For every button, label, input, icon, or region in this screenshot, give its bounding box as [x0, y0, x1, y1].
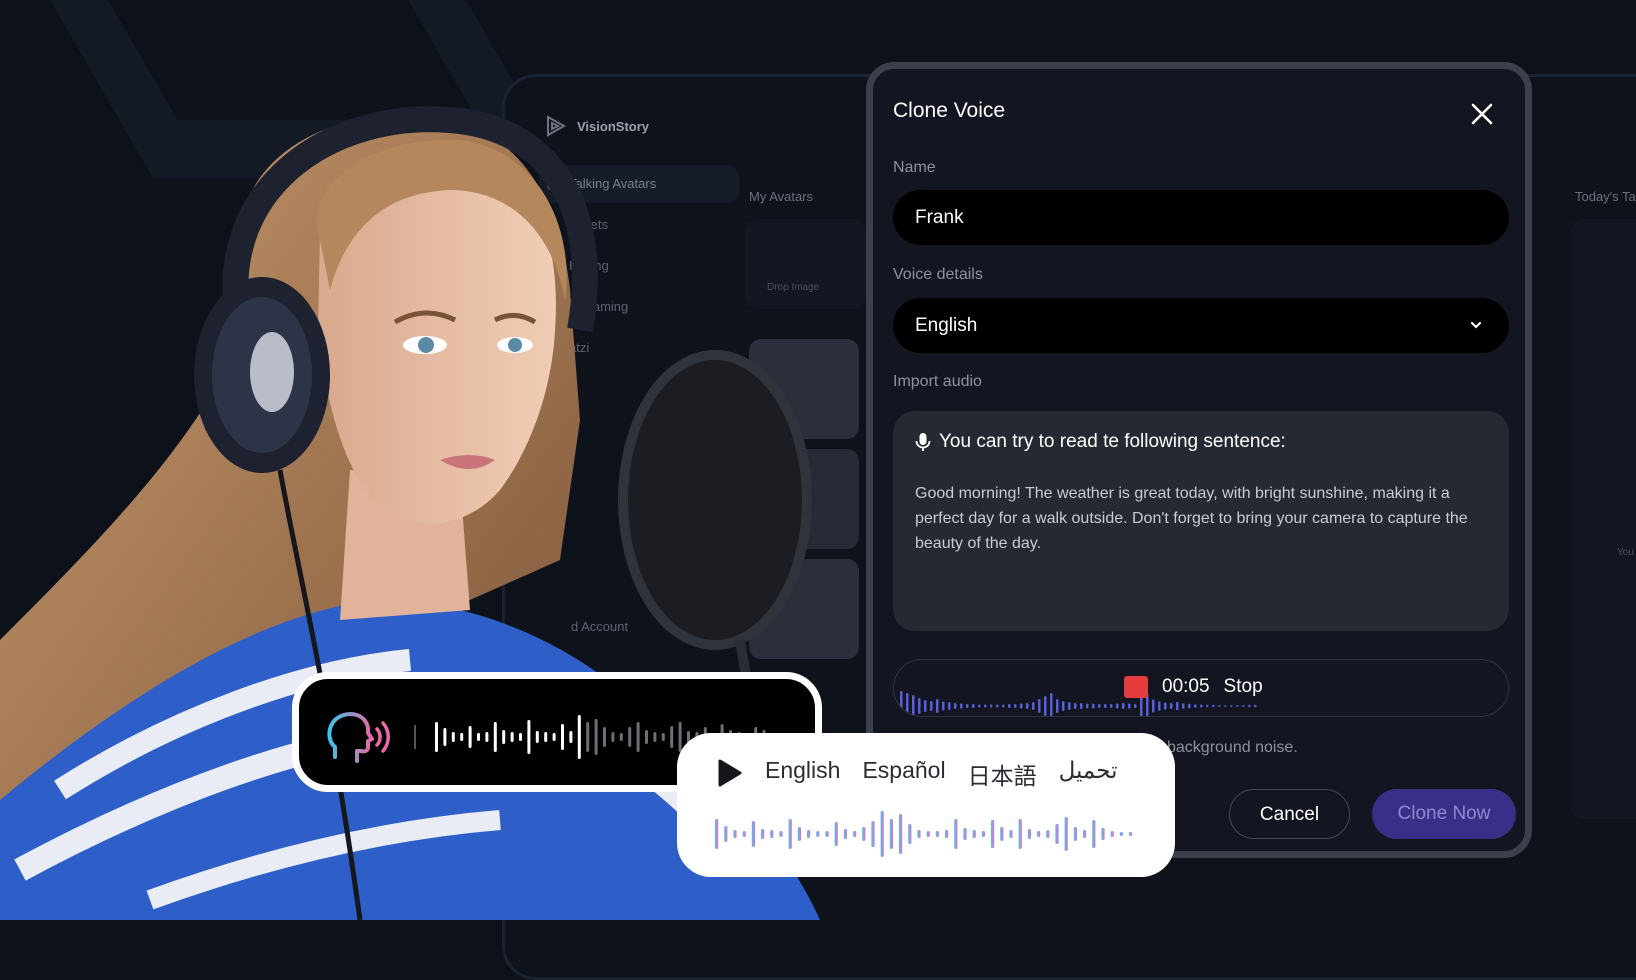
voice-details-label: Voice details: [893, 266, 983, 283]
recording-time: 00:05: [1162, 676, 1210, 697]
todays-tasks-title: Today's Ta: [1575, 189, 1636, 204]
prompt-sentence: Good morning! The weather is great today…: [915, 485, 1468, 552]
language-waveform: [715, 811, 1133, 857]
speaking-head-icon: [327, 712, 390, 763]
prompt-heading-text: You can try to read te following sentenc…: [939, 431, 1286, 452]
recording-bar: 00:05 Stop: [893, 659, 1509, 717]
name-input[interactable]: Frank: [893, 190, 1509, 245]
voice-language-value: English: [915, 315, 978, 336]
microphone-icon: [915, 433, 931, 451]
language-list: English Español 日本語 تحميل: [765, 757, 1117, 791]
cancel-button[interactable]: Cancel: [1229, 789, 1350, 839]
card-divider: [414, 725, 416, 749]
language-option[interactable]: English: [765, 757, 840, 791]
stop-record-icon[interactable]: [1124, 676, 1148, 698]
play-icon[interactable]: [715, 758, 743, 788]
chevron-down-icon: [1470, 321, 1482, 329]
name-label: Name: [893, 159, 936, 176]
prompt-heading: You can try to read te following sentenc…: [915, 431, 1286, 453]
stop-button[interactable]: Stop: [1224, 676, 1263, 698]
language-option[interactable]: تحميل: [1059, 757, 1118, 791]
side-text: You: [1617, 547, 1634, 558]
language-option[interactable]: Español: [862, 757, 945, 791]
reading-prompt-box: You can try to read te following sentenc…: [893, 411, 1509, 631]
modal-title: Clone Voice: [893, 99, 1006, 122]
close-icon[interactable]: [1467, 99, 1497, 129]
tasks-panel: [1571, 219, 1636, 819]
language-option[interactable]: 日本語: [968, 757, 1037, 791]
recording-controls: 00:05 Stop: [1124, 676, 1263, 698]
import-audio-label: Import audio: [893, 373, 982, 390]
noise-hint: background noise.: [1167, 739, 1298, 756]
language-card: English Español 日本語 تحميل: [677, 733, 1175, 877]
voice-language-select[interactable]: English: [893, 298, 1509, 353]
clone-now-button[interactable]: Clone Now: [1372, 789, 1516, 839]
